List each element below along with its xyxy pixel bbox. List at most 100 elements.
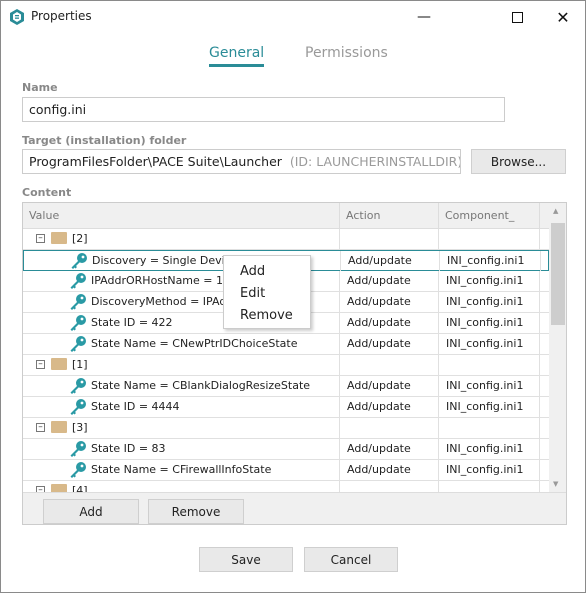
scroll-down-icon[interactable]: ▼ bbox=[553, 480, 558, 488]
maximize-button[interactable] bbox=[494, 1, 540, 33]
key-icon bbox=[69, 440, 87, 458]
section-name: [1] bbox=[72, 358, 88, 371]
column-value[interactable]: Value bbox=[23, 203, 340, 229]
collapse-icon[interactable]: – bbox=[36, 360, 45, 369]
value-cell: – [1] bbox=[23, 355, 340, 375]
table-row[interactable]: State Name = CNewPtrIDChoiceState Add/upd… bbox=[23, 334, 549, 355]
folder-icon bbox=[51, 232, 67, 244]
target-folder-input[interactable]: ProgramFilesFolder\PACE Suite\Launcher (… bbox=[22, 149, 461, 174]
key-icon bbox=[69, 398, 87, 416]
table-row[interactable]: State ID = 83 Add/update INI_config.ini1 bbox=[23, 439, 549, 460]
action-cell: Add/update bbox=[340, 460, 439, 480]
component-cell: INI_config.ini1 bbox=[439, 460, 540, 480]
context-menu-add[interactable]: Add bbox=[224, 262, 310, 284]
action-cell: Add/update bbox=[340, 397, 439, 417]
key-value: State ID = 4444 bbox=[91, 400, 180, 413]
action-cell: Add/update bbox=[340, 292, 439, 312]
table-row[interactable]: State ID = 4444 Add/update INI_config.ini1 bbox=[23, 397, 549, 418]
section-row[interactable]: – [1] bbox=[23, 355, 549, 376]
component-cell: INI_config.ini1 bbox=[439, 334, 540, 354]
scroll-up-icon[interactable]: ▲ bbox=[553, 207, 558, 215]
column-action[interactable]: Action bbox=[340, 203, 439, 229]
value-cell: – [4] bbox=[23, 481, 340, 492]
section-row[interactable]: – [4] bbox=[23, 481, 549, 492]
component-cell: INI_config.ini1 bbox=[439, 292, 540, 312]
folder-icon bbox=[51, 484, 67, 492]
component-cell: INI_config.ini1 bbox=[439, 376, 540, 396]
component-cell: INI_config.ini1 bbox=[439, 313, 540, 333]
key-value: State Name = CNewPtrIDChoiceState bbox=[91, 337, 298, 350]
component-cell bbox=[439, 355, 540, 375]
browse-button[interactable]: Browse... bbox=[471, 149, 566, 174]
context-menu-edit[interactable]: Edit bbox=[224, 284, 310, 306]
key-icon bbox=[69, 335, 87, 353]
section-name: [3] bbox=[72, 421, 88, 434]
component-cell bbox=[439, 418, 540, 438]
section-name: [4] bbox=[72, 484, 88, 492]
key-icon bbox=[70, 252, 88, 270]
name-input[interactable]: config.ini bbox=[22, 97, 505, 122]
tab-bar: General Permissions bbox=[1, 45, 585, 69]
folder-icon bbox=[51, 421, 67, 433]
component-cell: INI_config.ini1 bbox=[440, 251, 541, 271]
key-icon bbox=[69, 314, 87, 332]
value-cell: – [3] bbox=[23, 418, 340, 438]
section-row[interactable]: – [2] bbox=[23, 229, 549, 250]
value-cell: State Name = CBlankDialogResizeState bbox=[23, 376, 340, 396]
target-folder-label: Target (installation) folder bbox=[22, 134, 187, 147]
value-cell: State Name = CNewPtrIDChoiceState bbox=[23, 334, 340, 354]
table-row[interactable]: State Name = CBlankDialogResizeState Add/… bbox=[23, 376, 549, 397]
vertical-scrollbar[interactable]: ▲ ▼ bbox=[549, 203, 566, 492]
app-logo-icon bbox=[10, 9, 24, 25]
content-label: Content bbox=[22, 186, 72, 199]
minimize-button[interactable]: — bbox=[401, 1, 447, 33]
key-value: State Name = CBlankDialogResizeState bbox=[91, 379, 311, 392]
collapse-icon[interactable]: – bbox=[36, 234, 45, 243]
close-icon: ✕ bbox=[556, 7, 570, 27]
key-icon bbox=[69, 377, 87, 395]
key-value: State Name = CFirewallInfoState bbox=[91, 463, 272, 476]
value-cell: State Name = CFirewallInfoState bbox=[23, 460, 340, 480]
tab-permissions[interactable]: Permissions bbox=[305, 45, 388, 64]
section-row[interactable]: – [3] bbox=[23, 418, 549, 439]
value-cell: State ID = 83 bbox=[23, 439, 340, 459]
target-id: (ID: LAUNCHERINSTALLDIR) bbox=[289, 154, 461, 169]
action-cell: Add/update bbox=[341, 251, 440, 271]
cancel-button[interactable]: Cancel bbox=[304, 547, 398, 572]
action-cell: Add/update bbox=[340, 271, 439, 291]
section-name: [2] bbox=[72, 232, 88, 245]
table-header: Value Action Component_ bbox=[23, 203, 549, 229]
context-menu: Add Edit Remove bbox=[223, 255, 311, 329]
properties-window: Properties — ✕ General Permissions Name … bbox=[0, 0, 586, 593]
save-button[interactable]: Save bbox=[199, 547, 293, 572]
table-row[interactable]: State Name = CFirewallInfoState Add/updat… bbox=[23, 460, 549, 481]
content-table: Value Action Component_ – [2] Discovery = … bbox=[22, 202, 567, 525]
key-value: IPAddrORHostName = 172. bbox=[91, 274, 241, 287]
action-cell bbox=[340, 418, 439, 438]
scrollbar-thumb[interactable] bbox=[551, 223, 565, 325]
close-button[interactable]: ✕ bbox=[540, 1, 586, 33]
collapse-icon[interactable]: – bbox=[36, 423, 45, 432]
component-cell bbox=[439, 229, 540, 249]
remove-button[interactable]: Remove bbox=[148, 499, 244, 524]
key-value: State ID = 422 bbox=[91, 316, 173, 329]
title-bar: Properties — ✕ bbox=[1, 1, 585, 33]
column-component[interactable]: Component_ bbox=[439, 203, 540, 229]
tab-general[interactable]: General bbox=[209, 45, 265, 67]
table-footer: Add Remove bbox=[23, 492, 566, 524]
component-cell: INI_config.ini1 bbox=[439, 397, 540, 417]
value-cell: – [2] bbox=[23, 229, 340, 249]
target-path: ProgramFilesFolder\PACE Suite\Launcher bbox=[29, 154, 282, 169]
component-cell: INI_config.ini1 bbox=[439, 439, 540, 459]
add-button[interactable]: Add bbox=[43, 499, 139, 524]
action-cell: Add/update bbox=[340, 334, 439, 354]
context-menu-remove[interactable]: Remove bbox=[224, 306, 310, 328]
folder-icon bbox=[51, 358, 67, 370]
key-value: DiscoveryMethod = IPAddr bbox=[91, 295, 238, 308]
value-cell: State ID = 4444 bbox=[23, 397, 340, 417]
maximize-icon bbox=[511, 11, 523, 23]
key-icon bbox=[69, 461, 87, 479]
action-cell bbox=[340, 229, 439, 249]
action-cell: Add/update bbox=[340, 439, 439, 459]
action-cell bbox=[340, 481, 439, 492]
